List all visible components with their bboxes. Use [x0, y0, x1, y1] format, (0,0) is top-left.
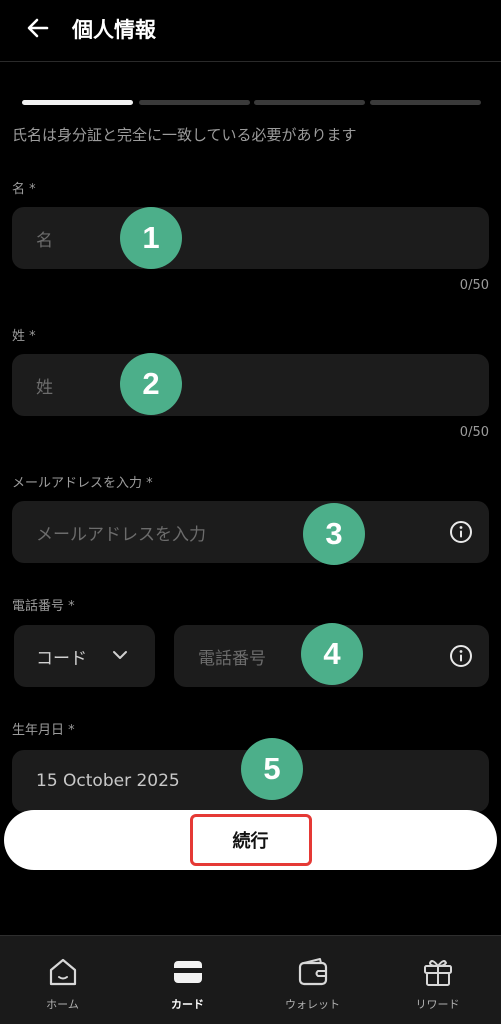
progress-step-1 [22, 100, 133, 105]
country-code-select[interactable]: コード [14, 625, 155, 687]
continue-label: 続行 [189, 814, 312, 866]
nav-item-card[interactable]: カード [125, 936, 250, 1024]
annotation-badge-4: 4 [301, 623, 363, 685]
info-icon[interactable] [449, 520, 473, 544]
country-code-value: コード [36, 648, 87, 669]
annotation-badge-5: 5 [241, 738, 303, 800]
nav-label-card: カード [171, 998, 204, 1011]
continue-button[interactable]: 続行 [4, 810, 497, 870]
first-name-placeholder: 名 [36, 230, 53, 251]
phone-placeholder: 電話番号 [198, 648, 266, 669]
nav-item-home[interactable]: ホーム [0, 936, 125, 1024]
info-icon[interactable] [449, 644, 473, 668]
name-requirement-note: 氏名は身分証と完全に一致している必要があります [12, 126, 357, 144]
annotation-badge-1: 1 [120, 207, 182, 269]
last-name-placeholder: 姓 [36, 377, 53, 398]
card-icon [173, 961, 202, 983]
first-name-input[interactable]: 名 [12, 207, 489, 269]
progress-step-2 [139, 100, 250, 105]
last-name-label: 姓 * [12, 329, 36, 344]
email-input[interactable]: メールアドレスを入力 [12, 501, 489, 563]
birthdate-label: 生年月日 * [12, 723, 75, 738]
progress-step-4 [370, 100, 481, 105]
home-icon [49, 958, 76, 986]
gift-icon [423, 960, 452, 986]
nav-label-wallet: ウォレット [285, 998, 340, 1011]
email-placeholder: メールアドレスを入力 [36, 524, 206, 545]
chevron-down-icon [113, 651, 127, 659]
bottom-nav: ホーム カード ウォレット リワード [0, 935, 501, 1024]
nav-item-wallet[interactable]: ウォレット [250, 936, 375, 1024]
nav-label-rewards: リワード [415, 998, 460, 1011]
annotation-badge-3: 3 [303, 503, 365, 565]
nav-item-rewards[interactable]: リワード [375, 936, 500, 1024]
wallet-icon [298, 958, 327, 986]
page-title: 個人情報 [72, 18, 156, 42]
back-button[interactable] [22, 12, 54, 44]
phone-label: 電話番号 * [12, 599, 75, 614]
first-name-counter: 0/50 [459, 278, 489, 293]
annotation-badge-2: 2 [120, 353, 182, 415]
last-name-counter: 0/50 [459, 425, 489, 440]
birthdate-value: 15 October 2025 [36, 771, 180, 791]
first-name-label: 名 * [12, 182, 36, 197]
progress-step-3 [254, 100, 365, 105]
email-label: メールアドレスを入力 * [12, 476, 153, 491]
nav-label-home: ホーム [46, 998, 79, 1011]
last-name-input[interactable]: 姓 [12, 354, 489, 416]
arrow-left-icon [27, 18, 49, 38]
app-header: 個人情報 [0, 0, 501, 62]
